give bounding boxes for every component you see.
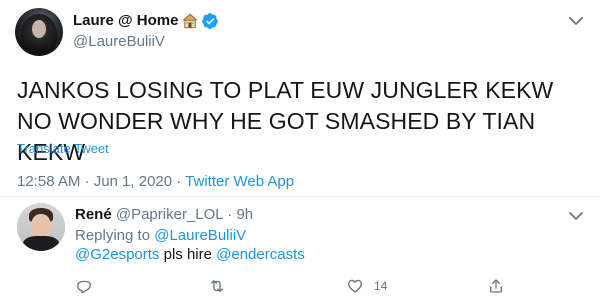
like-count: 14 bbox=[374, 279, 388, 293]
chevron-down-icon[interactable] bbox=[569, 208, 583, 220]
replying-to-handle[interactable]: @LaureBuliiV bbox=[154, 227, 246, 244]
tweet-meta: 12:58 AM · Jun 1, 2020 · Twitter Web App bbox=[17, 173, 294, 190]
tweet-source[interactable]: Twitter Web App bbox=[185, 173, 294, 190]
author-avatar[interactable] bbox=[15, 8, 63, 56]
reply-text: @G2esports pls hire @endercasts bbox=[75, 246, 305, 263]
replying-prefix: Replying to bbox=[75, 227, 155, 244]
mention-link[interactable]: @G2esports bbox=[75, 246, 159, 263]
replying-to: Replying to @LaureBuliiV bbox=[75, 227, 246, 244]
house-icon bbox=[181, 12, 199, 30]
verified-icon bbox=[201, 12, 219, 30]
share-button[interactable] bbox=[487, 277, 515, 295]
reply-text-mid: pls hire bbox=[159, 246, 217, 263]
meta-separator: · bbox=[172, 173, 186, 190]
heart-icon bbox=[347, 279, 363, 293]
mention-link[interactable]: @endercasts bbox=[216, 246, 305, 263]
chevron-down-icon[interactable] bbox=[569, 13, 583, 25]
reply-separator: · bbox=[223, 206, 237, 223]
author-handle[interactable]: @LaureBuliiV bbox=[73, 33, 165, 50]
translate-tweet-link[interactable]: Translate Tweet bbox=[17, 141, 109, 156]
tweet-timestamp[interactable]: 12:58 AM · Jun 1, 2020 bbox=[17, 173, 172, 190]
retweet-button[interactable] bbox=[208, 277, 236, 295]
reply-header: René @Papriker_LOL · 9h bbox=[75, 206, 253, 223]
avatar-face bbox=[32, 20, 46, 38]
reply-actions: 14 bbox=[75, 277, 575, 297]
share-icon bbox=[490, 279, 502, 293]
reply-time[interactable]: 9h bbox=[236, 206, 253, 223]
reply-button[interactable] bbox=[75, 277, 103, 295]
reply-icon bbox=[77, 280, 91, 294]
divider bbox=[0, 196, 600, 197]
retweet-icon bbox=[211, 280, 223, 292]
reply-author-handle[interactable]: @Papriker_LOL bbox=[116, 206, 223, 223]
like-button[interactable]: 14 bbox=[346, 277, 387, 295]
author-name[interactable]: Laure @ Home bbox=[73, 12, 178, 29]
reply-avatar-shirt bbox=[23, 236, 59, 251]
reply-avatar[interactable] bbox=[17, 203, 65, 251]
reply-author-name[interactable]: René bbox=[75, 206, 112, 223]
